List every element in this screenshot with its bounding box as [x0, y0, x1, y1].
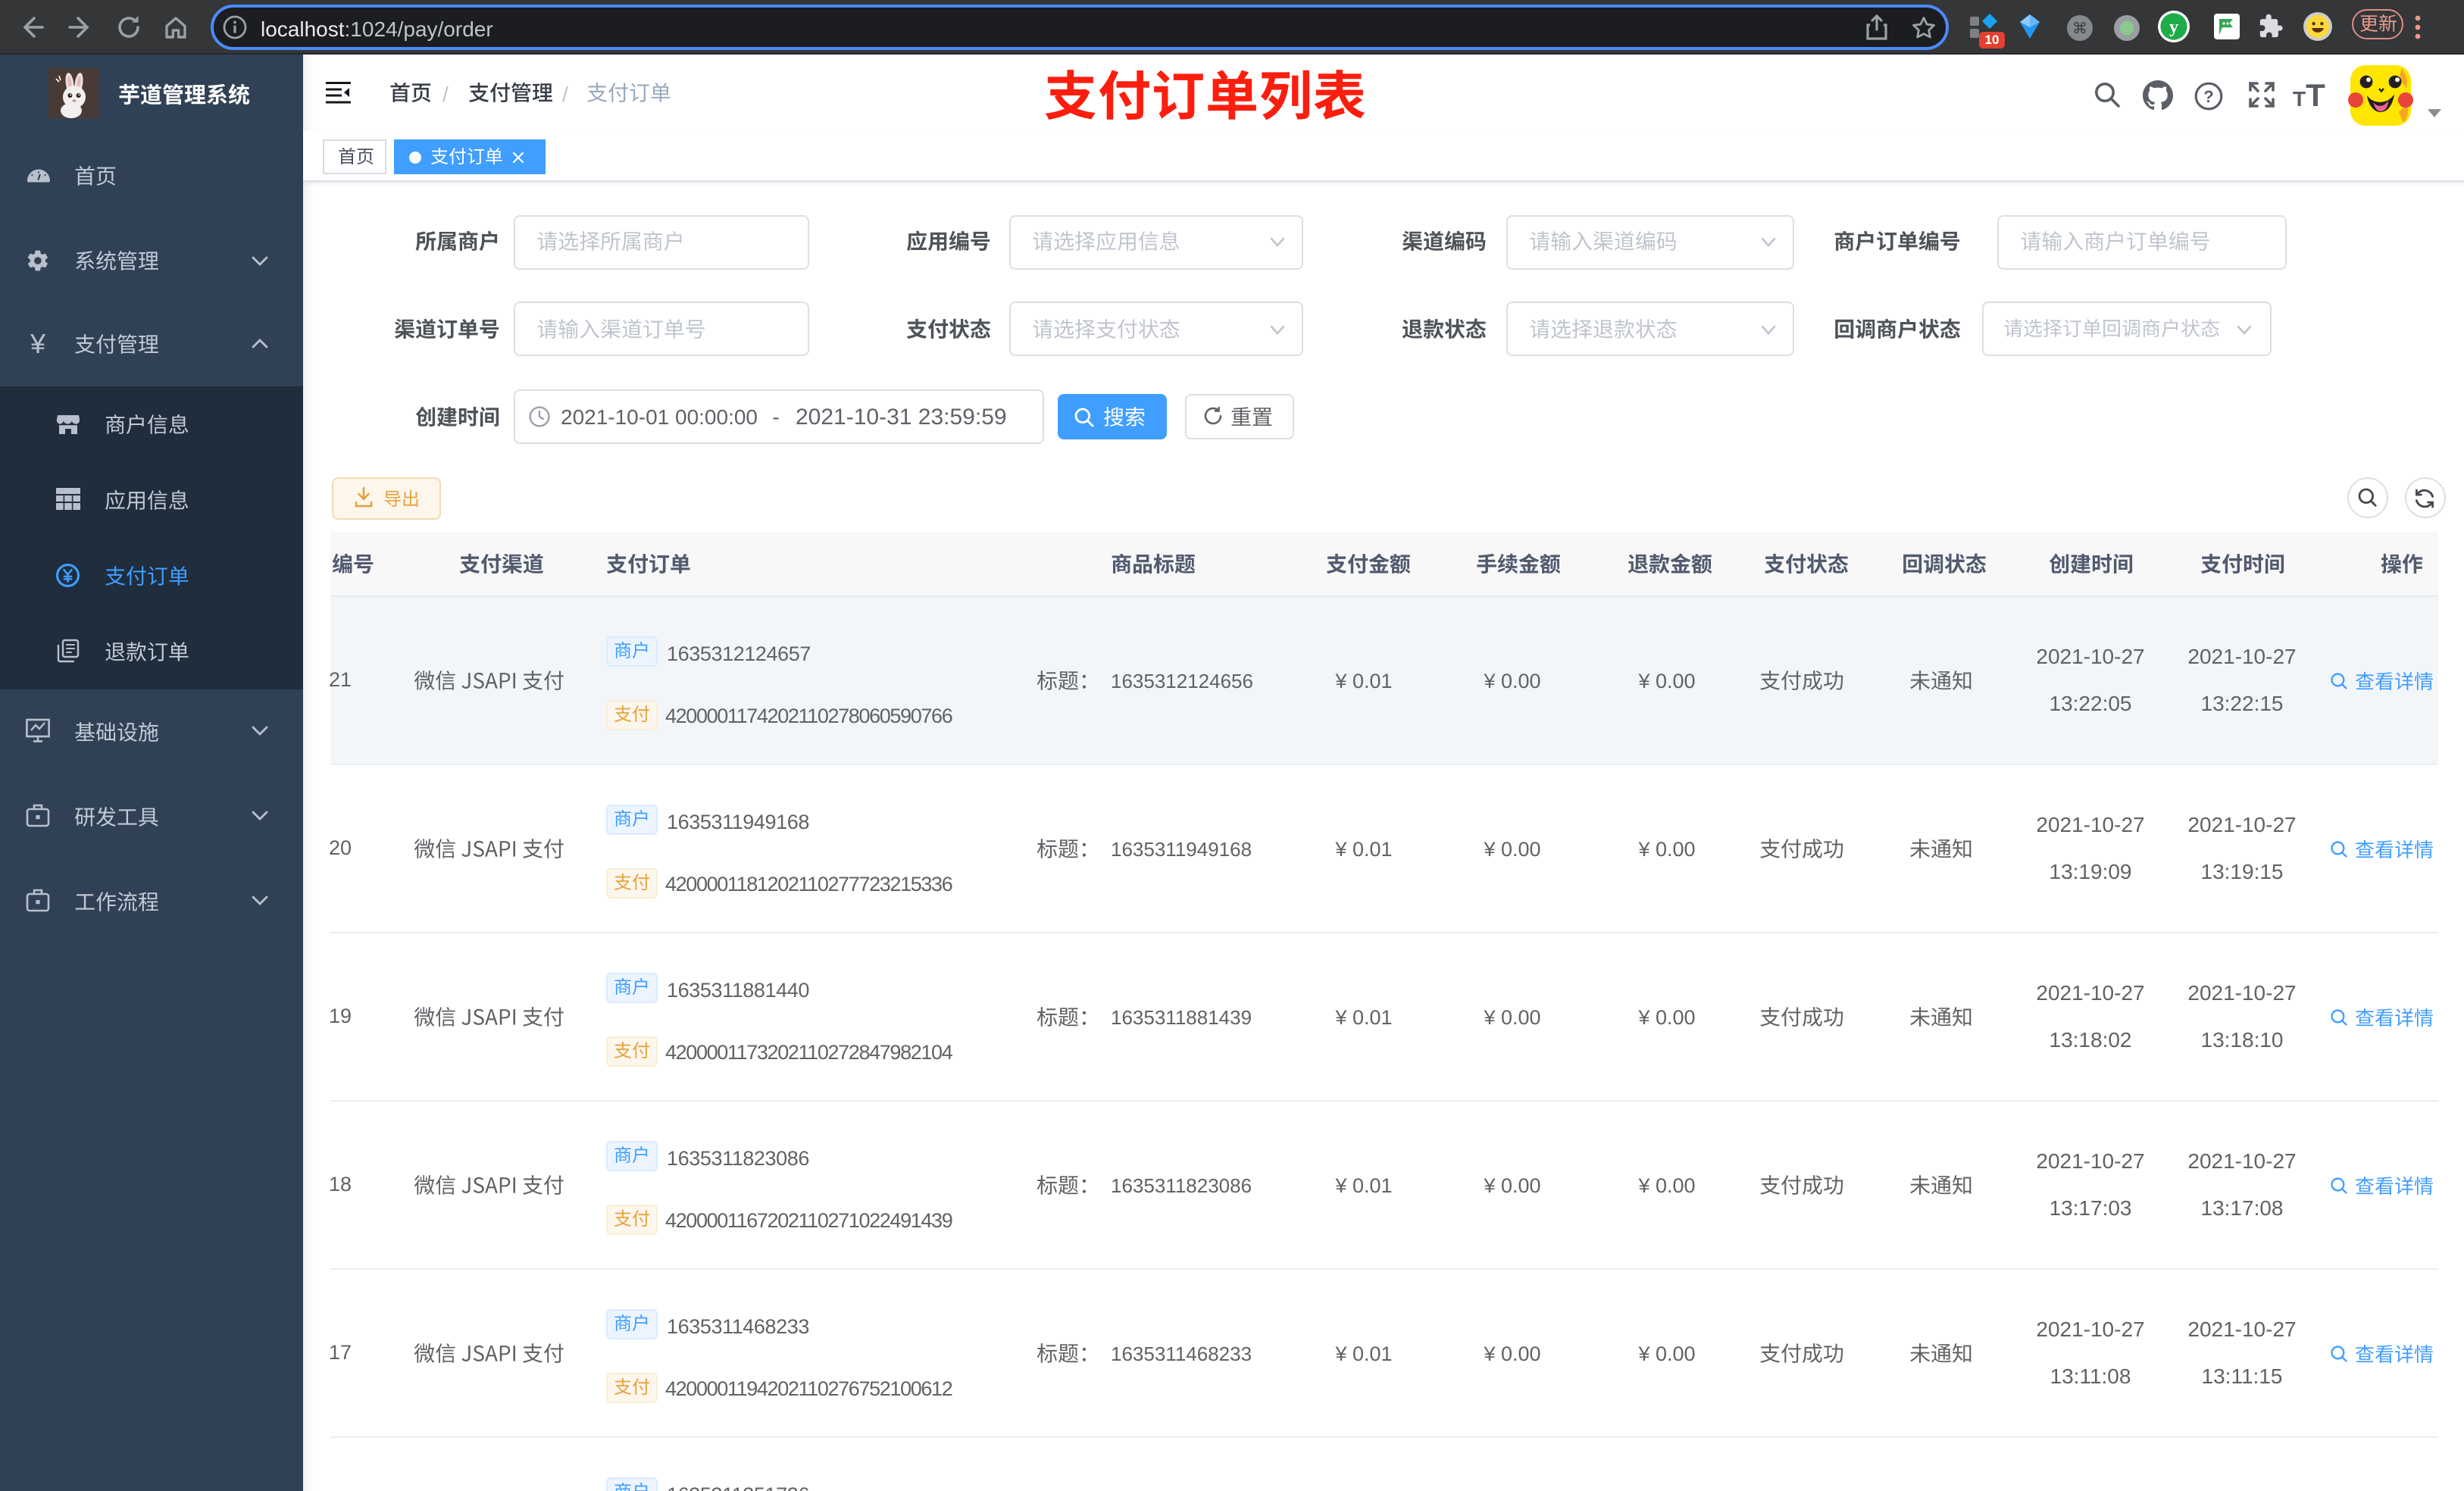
svg-text:⌘: ⌘ — [2072, 20, 2087, 36]
svg-text:y: y — [2169, 17, 2178, 37]
svg-text:?: ? — [2203, 86, 2213, 105]
